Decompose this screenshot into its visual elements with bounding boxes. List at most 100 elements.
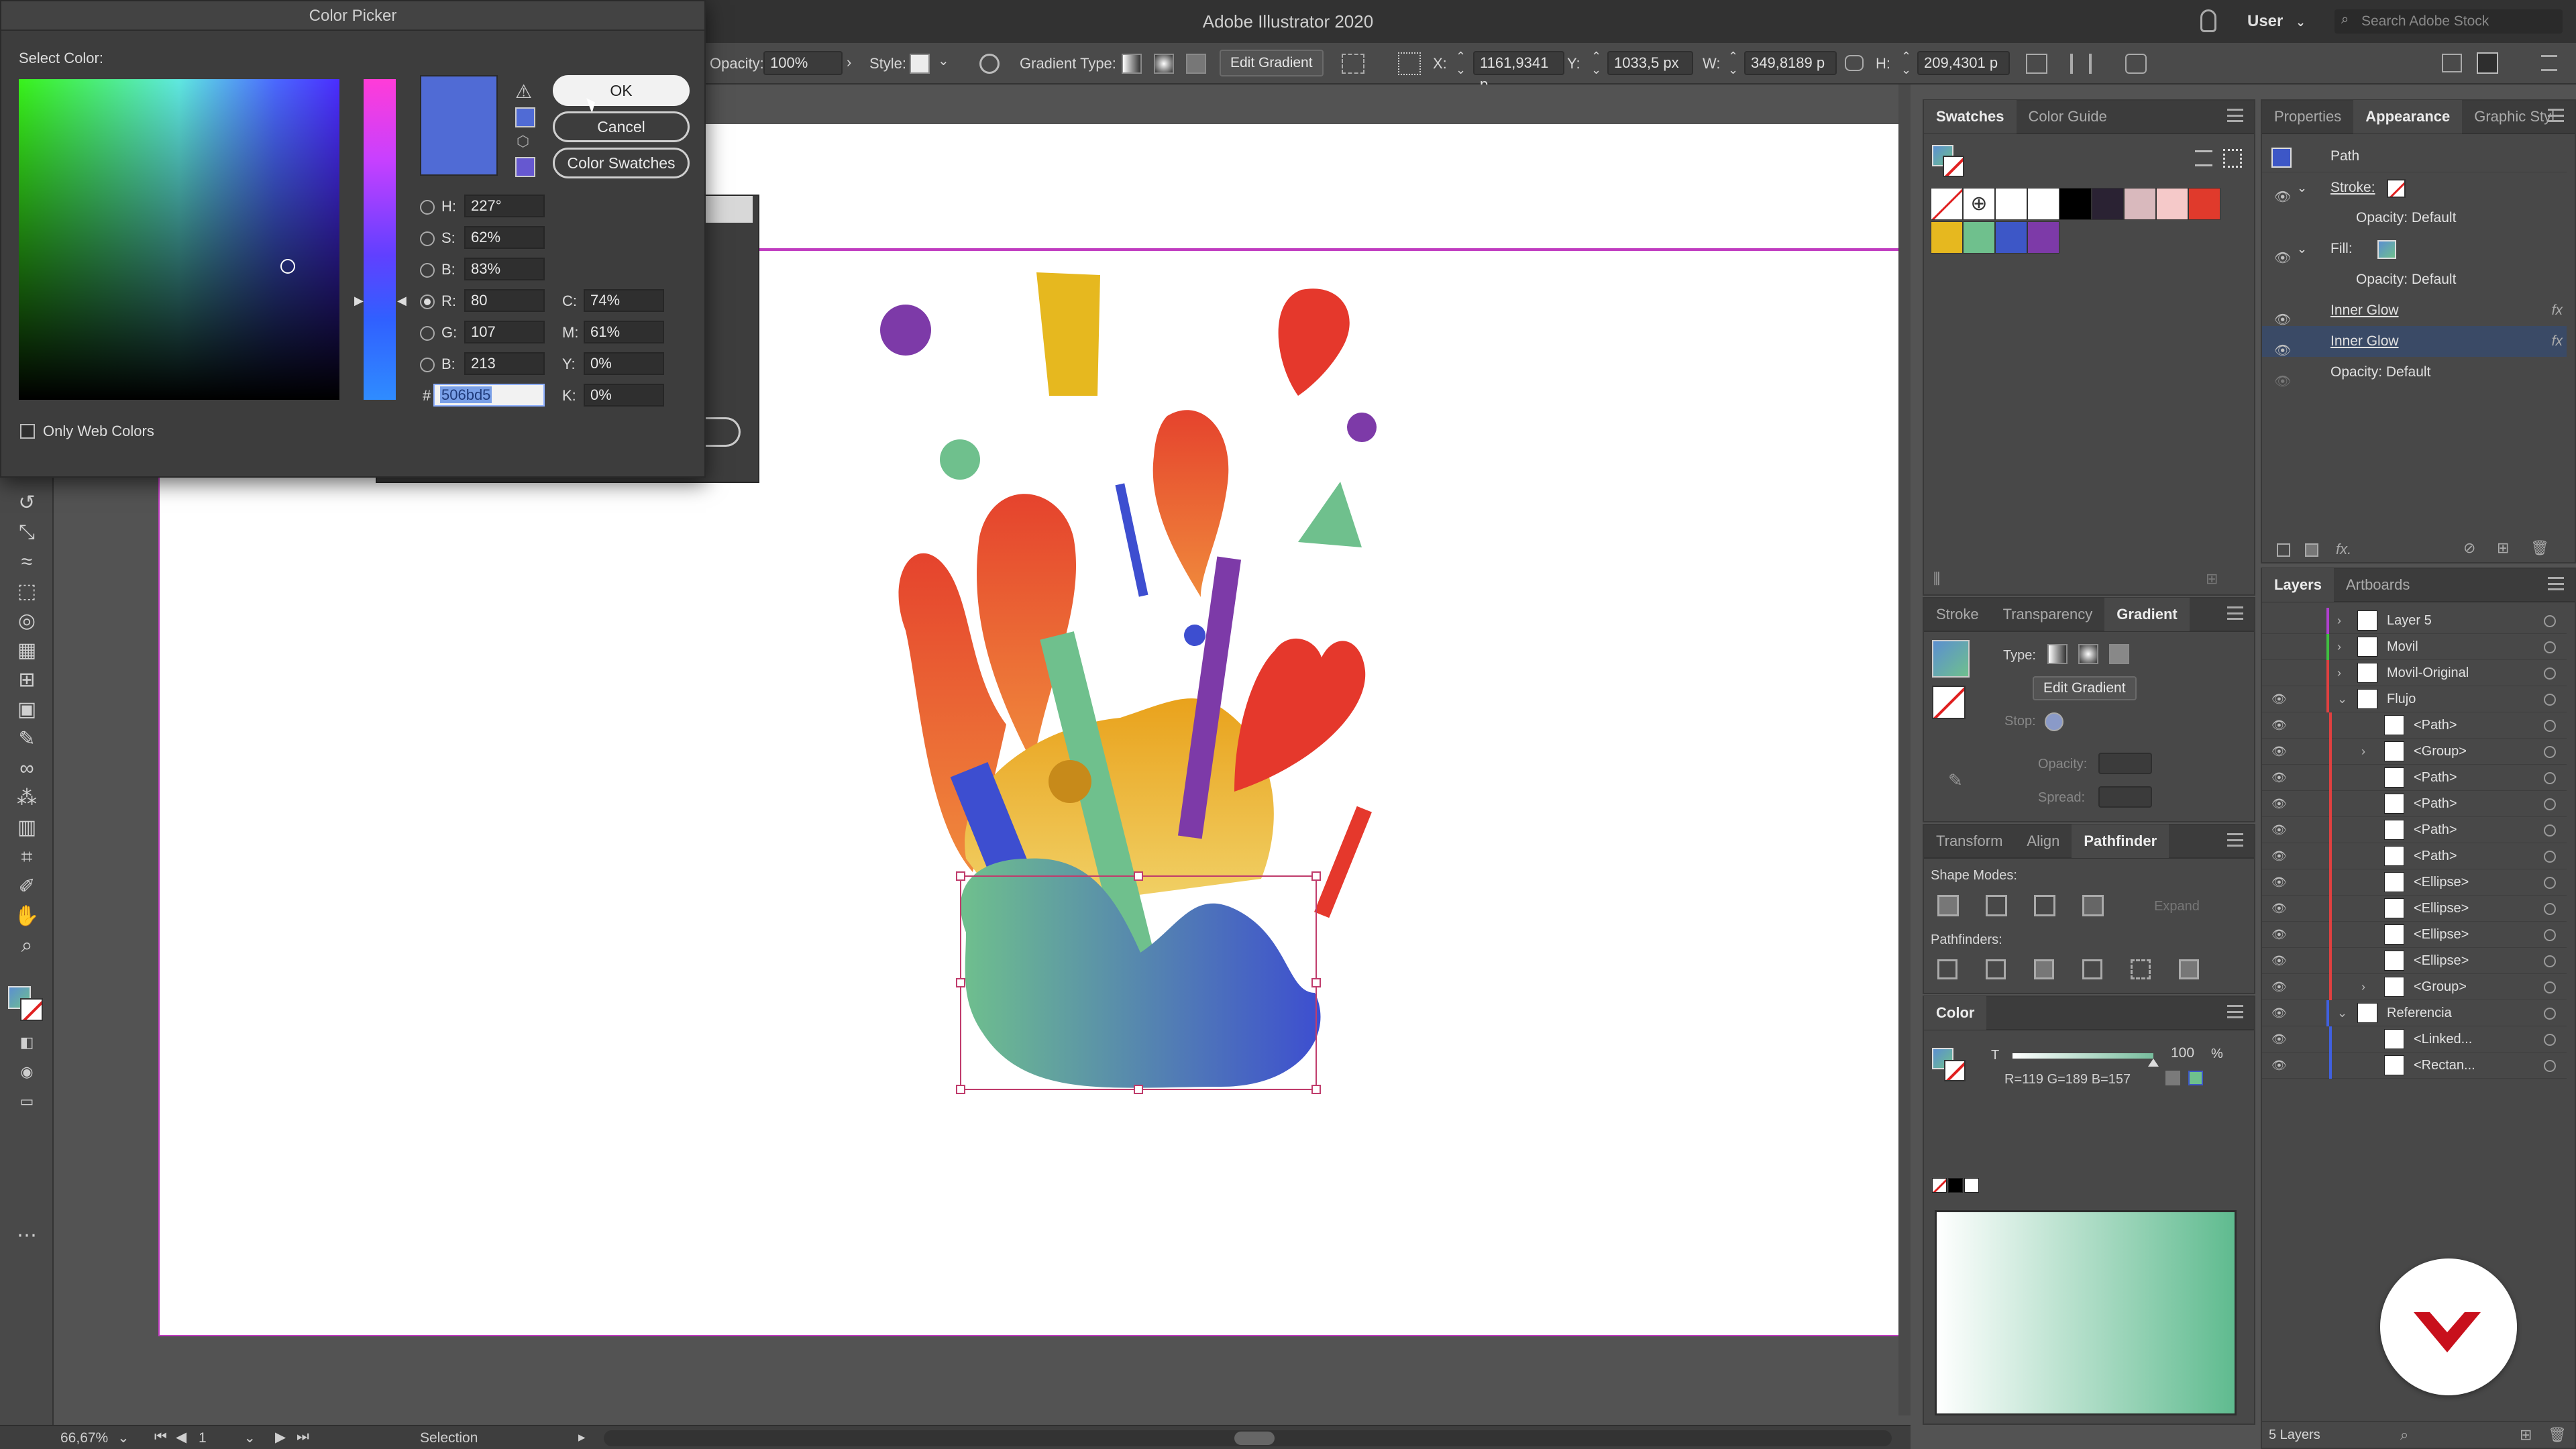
s-radio[interactable] [420,231,435,246]
gradient-tool-icon[interactable]: ▣ [13,696,40,723]
fill-stroke-preview[interactable] [1932,145,1966,178]
r-input[interactable]: 80 [464,289,545,312]
linear-type-icon[interactable] [2047,644,2068,664]
inner-glow-row[interactable]: 👁 Inner Glow fx [2262,295,2567,327]
layer-row[interactable]: 👁 <Path> [2262,765,2567,791]
opacity-input[interactable] [2098,753,2152,774]
k-input[interactable]: 0% [584,384,664,407]
new-layer-icon[interactable]: ⊞ [2520,1426,2532,1444]
layer-label[interactable]: <Path> [2414,765,2457,791]
color-swatch[interactable] [2092,188,2124,220]
blue-stick[interactable] [1115,483,1148,597]
layer-label[interactable]: <Rectan... [2414,1053,2475,1079]
edit-gradient-button[interactable]: Edit Gradient [1220,50,1324,76]
c-input[interactable]: 74% [584,289,664,312]
opacity-input[interactable]: 100% [763,51,843,75]
visibility-eye-icon[interactable]: 👁 [2271,1000,2287,1026]
stroke-opacity-row[interactable]: Opacity: Default [2262,203,2567,233]
appearance-path-row[interactable]: Path [2262,141,2567,172]
mesh-tool-icon[interactable]: ⊞ [13,667,40,694]
tab-transform[interactable]: Transform [1924,824,2015,858]
previous-artboard-icon[interactable]: ◀ [176,1429,186,1446]
chevron-icon[interactable]: › [2337,660,2341,686]
target-icon[interactable] [2544,746,2556,758]
symbol-sprayer-icon[interactable]: ⁂ [13,785,40,812]
spread-input[interactable] [2098,786,2152,808]
layer-row[interactable]: 👁 <Rectan... [2262,1053,2567,1079]
blue-dot[interactable] [1184,625,1205,646]
unite-icon[interactable] [1937,895,1959,916]
layer-label[interactable]: <Path> [2414,791,2457,817]
stroke-none-icon[interactable] [2387,179,2406,198]
b-input[interactable]: 83% [464,258,545,280]
color-swatch[interactable] [2027,188,2059,220]
target-icon[interactable] [2544,798,2556,810]
opacity-row[interactable]: 👁 Opacity: Default [2262,357,2567,389]
more-tools-icon[interactable]: ⋯ [13,1222,40,1249]
minus-front-icon[interactable] [1986,895,2007,916]
fx-icon[interactable]: fx [2552,326,2563,357]
column-graph-icon[interactable]: ▥ [13,814,40,841]
minus-back-icon[interactable] [2179,959,2199,979]
red-heart[interactable] [1234,638,1366,792]
chevron-icon[interactable]: › [2361,974,2365,1000]
handle[interactable] [956,871,965,881]
tab-artboards[interactable]: Artboards [2334,568,2422,602]
layer-label[interactable]: <Group> [2414,739,2467,765]
red-stick[interactable] [1314,806,1372,918]
chevron-icon[interactable]: ⌄ [2337,686,2347,712]
intersect-icon[interactable] [2034,895,2055,916]
color-field[interactable] [19,79,339,400]
layer-label[interactable]: <Linked... [2414,1026,2472,1053]
panel-menu-icon[interactable] [2227,606,2243,620]
green-triangle[interactable] [1298,482,1362,547]
tint-value[interactable]: 100 [2171,1045,2194,1061]
artboard-tool-icon[interactable]: ⌗ [13,844,40,871]
g-input[interactable]: 107 [464,321,545,343]
layer-row[interactable]: 👁 ⌄ Referencia [2262,1000,2567,1026]
target-icon[interactable] [2544,1008,2556,1020]
expand-button[interactable]: Expand [2140,896,2214,916]
hand-tool-icon[interactable]: ✋ [13,903,40,930]
visibility-eye-icon[interactable]: 👁 [2271,922,2287,948]
layer-row[interactable]: 👁 <Ellipse> [2262,896,2567,922]
none-swatch[interactable] [1932,1178,1947,1193]
handle[interactable] [956,1085,965,1094]
more-icon[interactable] [2541,55,2557,71]
layer-label[interactable]: <Path> [2414,843,2457,869]
shape-builder-icon[interactable]: ◎ [13,608,40,635]
black-swatch[interactable] [1948,1178,1963,1193]
target-icon[interactable] [2544,877,2556,889]
purple-circle[interactable] [880,305,931,356]
screen-mode-icon[interactable]: ▭ [13,1088,40,1115]
layer-row[interactable]: 👁 › <Group> [2262,974,2567,1000]
tab-color-guide[interactable]: Color Guide [2017,100,2119,133]
color-swatch[interactable] [1995,188,2027,220]
target-icon[interactable] [2544,903,2556,915]
blue-input[interactable]: 213 [464,352,545,375]
visibility-eye-icon[interactable]: 👁 [2271,948,2287,974]
hex-input[interactable]: 506bd5 [433,384,545,407]
arrange-documents-icon[interactable] [2442,54,2462,72]
web-color-swatch[interactable] [515,157,535,177]
ochre-circle[interactable] [1049,760,1091,803]
add-effect-icon[interactable]: fx. [2336,541,2351,558]
ok-button[interactable]: OK [553,75,690,106]
target-icon[interactable] [2544,667,2556,680]
layer-row[interactable]: 👁 <Linked... [2262,1026,2567,1053]
cancel-button[interactable]: Cancel [553,111,690,142]
layer-row[interactable]: 👁 <Path> [2262,791,2567,817]
exclude-icon[interactable] [2082,895,2104,916]
handle[interactable] [1311,1085,1321,1094]
blend-tool-icon[interactable]: ∞ [13,755,40,782]
target-icon[interactable] [2544,955,2556,967]
layer-label[interactable]: Movil [2387,634,2418,660]
layer-row[interactable]: 👁 › <Group> [2262,739,2567,765]
artwork[interactable] [805,255,1409,1127]
last-artboard-icon[interactable]: ⏭ [297,1429,309,1445]
panel-menu-icon[interactable] [2227,833,2243,847]
visibility-eye-icon[interactable]: 👁 [2274,366,2291,397]
green-circle[interactable] [940,439,980,480]
chevron-right-icon[interactable]: › [847,54,851,71]
gamut-color-swatch[interactable] [515,107,535,127]
